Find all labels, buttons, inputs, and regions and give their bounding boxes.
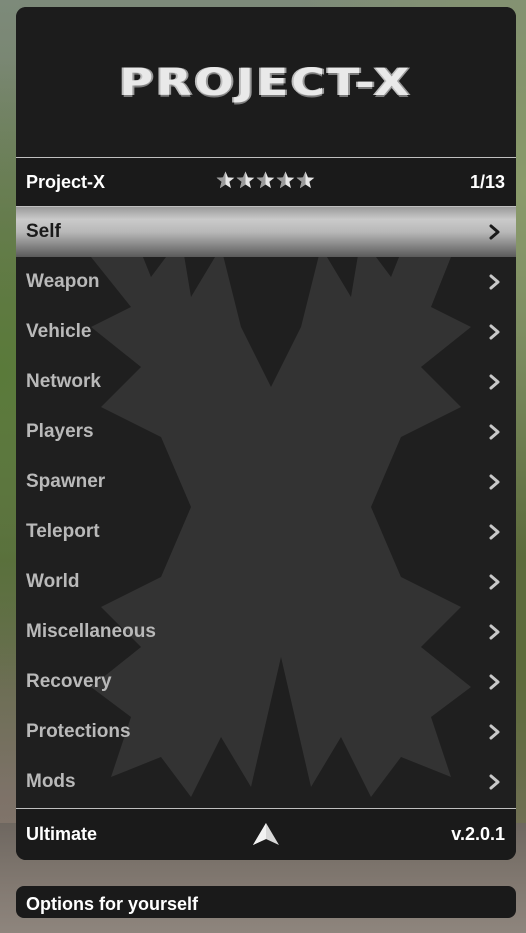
chevron-right-icon xyxy=(489,224,500,240)
description-text: Options for yourself xyxy=(26,894,199,914)
chevron-right-icon xyxy=(489,374,500,390)
menu-item-label: Players xyxy=(26,421,94,442)
star-rating xyxy=(216,170,315,192)
menu-item-world[interactable]: World xyxy=(16,557,516,607)
menu-item-label: Mods xyxy=(26,771,76,792)
star-icon xyxy=(236,171,255,189)
menu-item-teleport[interactable]: Teleport xyxy=(16,507,516,557)
chevron-right-icon xyxy=(489,274,500,290)
menu-item-label: Vehicle xyxy=(26,321,92,342)
star-icon xyxy=(276,171,295,189)
menu-item-players[interactable]: Players xyxy=(16,407,516,457)
menu-item-miscellaneous[interactable]: Miscellaneous xyxy=(16,607,516,657)
menu-item-label: Self xyxy=(26,221,61,242)
chevron-right-icon xyxy=(489,424,500,440)
star-icon xyxy=(256,171,275,189)
trainer-menu: PROJECT-X Project-X 1/13 Self Weapon Vehic… xyxy=(16,7,516,860)
menu-item-protections[interactable]: Protections xyxy=(16,707,516,757)
menu-banner: PROJECT-X xyxy=(16,7,516,157)
star-icon xyxy=(216,171,235,189)
menu-item-mods[interactable]: Mods xyxy=(16,757,516,807)
chevron-right-icon xyxy=(489,524,500,540)
chevron-right-icon xyxy=(489,574,500,590)
menu-title: Project-X xyxy=(26,171,106,192)
menu-item-label: World xyxy=(26,571,80,592)
menu-footer: Ultimate v.2.0.1 xyxy=(16,808,516,860)
menu-item-label: Network xyxy=(26,371,101,392)
menu-list: Self Weapon Vehicle Network Players Spawner Te… xyxy=(16,207,516,808)
description-panel: Options for yourself xyxy=(16,886,516,918)
edition-label: Ultimate xyxy=(26,824,98,844)
menu-item-vehicle[interactable]: Vehicle xyxy=(16,307,516,357)
chevron-right-icon xyxy=(489,624,500,640)
chevron-right-icon xyxy=(489,674,500,690)
menu-item-label: Teleport xyxy=(26,521,100,542)
menu-item-label: Protections xyxy=(26,721,131,742)
menu-item-label: Weapon xyxy=(26,271,100,292)
project-x-logo: PROJECT-X xyxy=(119,59,413,105)
star-icon xyxy=(296,171,315,189)
menu-item-label: Spawner xyxy=(26,471,106,492)
menu-item-label: Miscellaneous xyxy=(26,621,156,642)
chevron-right-icon xyxy=(489,724,500,740)
menu-item-spawner[interactable]: Spawner xyxy=(16,457,516,507)
scroll-arrow-icon[interactable] xyxy=(252,821,280,847)
chevron-right-icon xyxy=(489,324,500,340)
menu-item-network[interactable]: Network xyxy=(16,357,516,407)
menu-item-recovery[interactable]: Recovery xyxy=(16,657,516,707)
item-counter: 1/13 xyxy=(469,171,505,192)
menu-item-label: Recovery xyxy=(26,671,112,692)
menu-subheader: Project-X 1/13 xyxy=(16,157,516,207)
menu-item-self[interactable]: Self xyxy=(16,207,516,257)
version-label: v.2.0.1 xyxy=(451,824,505,844)
chevron-right-icon xyxy=(489,774,500,790)
menu-item-weapon[interactable]: Weapon xyxy=(16,257,516,307)
chevron-right-icon xyxy=(489,474,500,490)
